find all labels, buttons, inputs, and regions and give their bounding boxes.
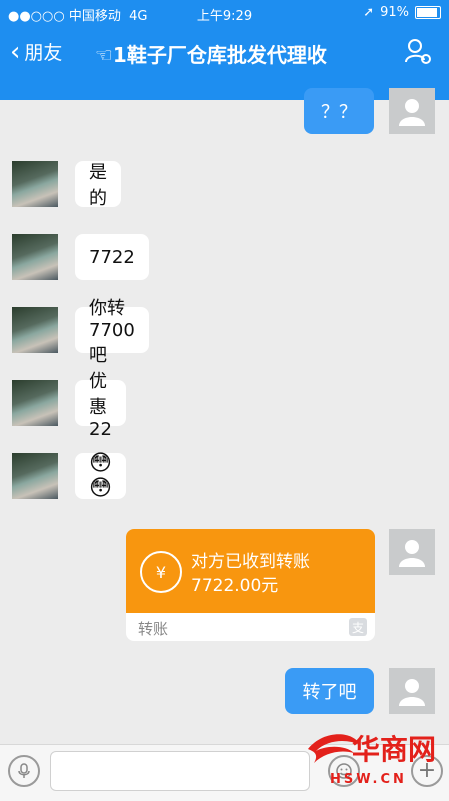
my-avatar[interactable] <box>389 668 435 714</box>
chat-area[interactable]: ？？ 是的 7722 你转7700吧 优惠22 😳😳 ¥ 对方已收到转账 772… <box>0 74 449 744</box>
my-avatar[interactable] <box>389 88 435 134</box>
nav-bar: ‹ 朋友 ☜1鞋子厂仓库批发代理收 <box>0 28 449 74</box>
brand-text: 华商网 <box>352 733 436 766</box>
transfer-amount: 7722.00元 <box>191 576 279 596</box>
message-bubble[interactable]: 你转7700吧 <box>75 298 149 366</box>
back-button[interactable]: ‹ 朋友 <box>10 38 62 65</box>
transfer-card-footer: 转账 支 <box>126 613 375 641</box>
my-avatar[interactable] <box>389 529 435 575</box>
back-label: 朋友 <box>24 42 63 64</box>
chat-title: ☜1鞋子厂仓库批发代理收 <box>95 43 327 67</box>
brand-url: HSW.CN <box>330 772 407 787</box>
person-icon <box>399 99 425 126</box>
battery-icon <box>415 6 441 19</box>
profile-settings-icon[interactable] <box>403 36 433 66</box>
transfer-card-top: ¥ 对方已收到转账 7722.00元 <box>126 529 375 613</box>
voice-input-button[interactable] <box>8 755 40 787</box>
chevron-left-icon: ‹ <box>10 36 21 67</box>
hsw-watermark-logo: 华商网 HSW.CN <box>308 733 436 787</box>
contact-avatar[interactable] <box>12 380 58 426</box>
message-bubble[interactable]: 优惠22 <box>75 371 126 440</box>
location-icon: ➚ <box>363 5 375 20</box>
yuan-coin-icon: ¥ <box>140 551 182 593</box>
message-bubble[interactable]: 是的 <box>75 161 121 209</box>
status-right: ➚ 91% <box>363 5 441 20</box>
message-bubble[interactable]: 转了吧 <box>285 668 374 714</box>
message-input[interactable] <box>50 751 310 791</box>
transfer-status: 对方已收到转账 <box>191 552 310 572</box>
emoji-message-bubble[interactable]: 😳😳 <box>75 451 126 501</box>
battery-percent: 91% <box>380 5 409 20</box>
transfer-card[interactable]: ¥ 对方已收到转账 7722.00元 转账 支 <box>126 529 375 641</box>
alipay-icon: 支 <box>349 618 367 636</box>
person-icon <box>399 679 425 706</box>
transfer-label: 转账 <box>138 620 169 638</box>
contact-avatar[interactable] <box>12 307 58 353</box>
person-icon <box>399 540 425 567</box>
contact-avatar[interactable] <box>12 161 58 207</box>
message-bubble[interactable]: 7722 <box>75 234 149 280</box>
status-bar: ●●○○○ 中国移动 4G 上午9:29 ➚ 91% <box>0 0 449 26</box>
microphone-icon <box>18 763 30 778</box>
contact-avatar[interactable] <box>12 453 58 499</box>
contact-avatar[interactable] <box>12 234 58 280</box>
message-bubble[interactable]: ？？ <box>304 88 374 134</box>
